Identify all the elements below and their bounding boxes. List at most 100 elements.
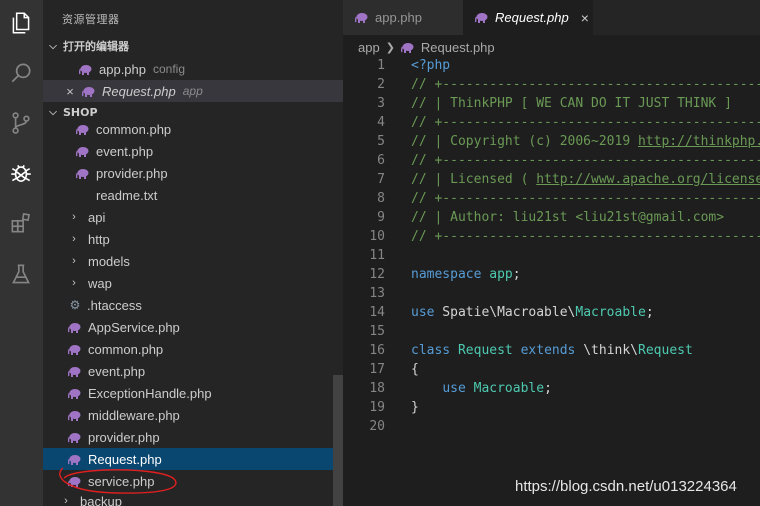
tree-item-label: readme.txt xyxy=(96,187,158,203)
code-token: // +------------------------------------… xyxy=(411,229,760,244)
tree-item-label: event.php xyxy=(96,143,154,159)
open-editor-folder: app xyxy=(182,84,203,98)
tree-file[interactable]: common.php xyxy=(43,118,343,140)
code-text: // | Author: liu21st <liu21st@gmail.com> xyxy=(411,210,724,225)
tree-file[interactable]: readme.txt xyxy=(43,184,343,206)
close-icon[interactable]: × xyxy=(63,84,77,99)
php-elephant-icon xyxy=(68,344,81,355)
editor-tab-bar: app.php Request.php × xyxy=(343,0,760,35)
test-flask-icon[interactable] xyxy=(6,260,36,290)
tree-file[interactable]: provider.php xyxy=(43,426,343,448)
tree-item-label: provider.php xyxy=(96,165,168,181)
code-token: use xyxy=(411,305,435,320)
files-icon[interactable] xyxy=(6,8,36,38)
code-token: } xyxy=(411,400,419,415)
sidebar-scrollbar[interactable] xyxy=(333,375,343,506)
line-number: 16 xyxy=(369,343,385,358)
tab-request-php[interactable]: Request.php × xyxy=(463,0,593,35)
tree-file[interactable]: ⚙ .htaccess xyxy=(43,294,343,316)
tab-label: Request.php xyxy=(495,10,569,25)
extensions-icon[interactable] xyxy=(6,208,36,238)
code-token: ; xyxy=(544,381,552,396)
close-icon[interactable]: × xyxy=(581,10,589,26)
tree-file[interactable]: middleware.php xyxy=(43,404,343,426)
tree-item-label: middleware.php xyxy=(88,407,180,423)
line-number: 1 xyxy=(377,58,385,73)
code-text: // | Licensed ( http://www.apache.org/li… xyxy=(411,172,760,187)
code-token: // | ThinkPHP [ WE CAN DO IT JUST THINK … xyxy=(411,96,732,111)
breadcrumb-folder[interactable]: app xyxy=(358,40,380,55)
code-token: http://www.apache.org/licenses/LICENSE-2… xyxy=(536,172,760,187)
php-elephant-icon xyxy=(82,86,95,97)
code-token: Macroable xyxy=(575,305,646,320)
tree-item-label: event.php xyxy=(88,363,146,379)
tree-folder[interactable]: › models xyxy=(43,250,343,272)
code-text: use Macroable; xyxy=(411,381,552,396)
code-token: Macroable xyxy=(473,381,545,396)
tree-file[interactable]: ExceptionHandle.php xyxy=(43,382,343,404)
chevron-right-icon: › xyxy=(72,233,76,245)
code-text: // | ThinkPHP [ WE CAN DO IT JUST THINK … xyxy=(411,96,732,111)
open-editor-request-php[interactable]: × Request.php app xyxy=(43,80,343,102)
breadcrumb-file[interactable]: Request.php xyxy=(421,40,495,55)
code-text: use Spatie\Macroable\Macroable; xyxy=(411,305,654,320)
tree-item-label: ExceptionHandle.php xyxy=(88,385,212,401)
tree-folder[interactable]: › api xyxy=(43,206,343,228)
line-number: 19 xyxy=(369,400,385,415)
tree-file[interactable]: common.php xyxy=(43,338,343,360)
tree-item-label: provider.php xyxy=(88,429,160,445)
tree-folder[interactable]: › http xyxy=(43,228,343,250)
line-number: 15 xyxy=(369,324,385,339)
code-token: ; xyxy=(512,267,521,282)
debug-icon[interactable] xyxy=(6,158,36,188)
red-annotation-oval xyxy=(59,467,177,494)
code-text: // +------------------------------------… xyxy=(411,115,760,130)
tab-app-php[interactable]: app.php xyxy=(343,0,463,35)
tree-file[interactable]: provider.php xyxy=(43,162,343,184)
breadcrumb: app ❯ Request.php xyxy=(358,37,495,57)
code-token: \think\ xyxy=(575,343,639,358)
open-editor-app-php[interactable]: app.php config xyxy=(43,58,343,80)
code-editor[interactable]: 1 <?php 2 // +-----------------------------… xyxy=(343,57,760,506)
code-token: use xyxy=(442,381,466,396)
line-number: 3 xyxy=(377,96,385,111)
source-control-icon[interactable] xyxy=(6,108,36,138)
tree-item-label: common.php xyxy=(88,341,164,357)
code-token: // +------------------------------------… xyxy=(411,115,760,130)
tree-item-label: api xyxy=(88,209,106,225)
code-token: // +------------------------------------… xyxy=(411,153,760,168)
php-elephant-icon xyxy=(400,42,414,53)
tab-label: app.php xyxy=(375,10,422,25)
line-number: 10 xyxy=(369,229,385,244)
line-number: 18 xyxy=(369,381,385,396)
php-elephant-icon xyxy=(355,13,368,23)
tree-item-label: models xyxy=(88,253,130,269)
code-token: namespace xyxy=(411,267,482,282)
watermark-text: https://blog.csdn.net/u013224364 xyxy=(515,478,737,495)
chevron-right-icon: › xyxy=(72,255,76,267)
tree-file[interactable]: AppService.php xyxy=(43,316,343,338)
tree-file[interactable]: event.php xyxy=(43,140,343,162)
line-number: 20 xyxy=(369,419,385,434)
code-text: } xyxy=(411,400,419,415)
search-icon[interactable] xyxy=(6,58,36,88)
explorer-sidebar: 资源管理器 ⌵ 打开的编辑器 app.php config × Request.… xyxy=(43,0,343,506)
open-editors-header[interactable]: ⌵ 打开的编辑器 xyxy=(43,35,343,57)
line-number: 8 xyxy=(377,191,385,206)
php-elephant-icon xyxy=(68,410,81,421)
chevron-right-icon: › xyxy=(72,211,76,223)
code-text: class Request extends \think\Request xyxy=(411,343,693,358)
chevron-right-icon: ❯ xyxy=(385,41,395,54)
tree-item-label: .htaccess xyxy=(87,297,142,313)
line-number: 17 xyxy=(369,362,385,377)
chevron-down-icon: ⌵ xyxy=(49,106,57,118)
code-token: Request xyxy=(457,343,513,358)
line-number: 4 xyxy=(377,115,385,130)
tree-file[interactable]: event.php xyxy=(43,360,343,382)
code-text: // +------------------------------------… xyxy=(411,191,760,206)
code-token: app xyxy=(489,267,513,282)
tree-folder[interactable]: › wap xyxy=(43,272,343,294)
